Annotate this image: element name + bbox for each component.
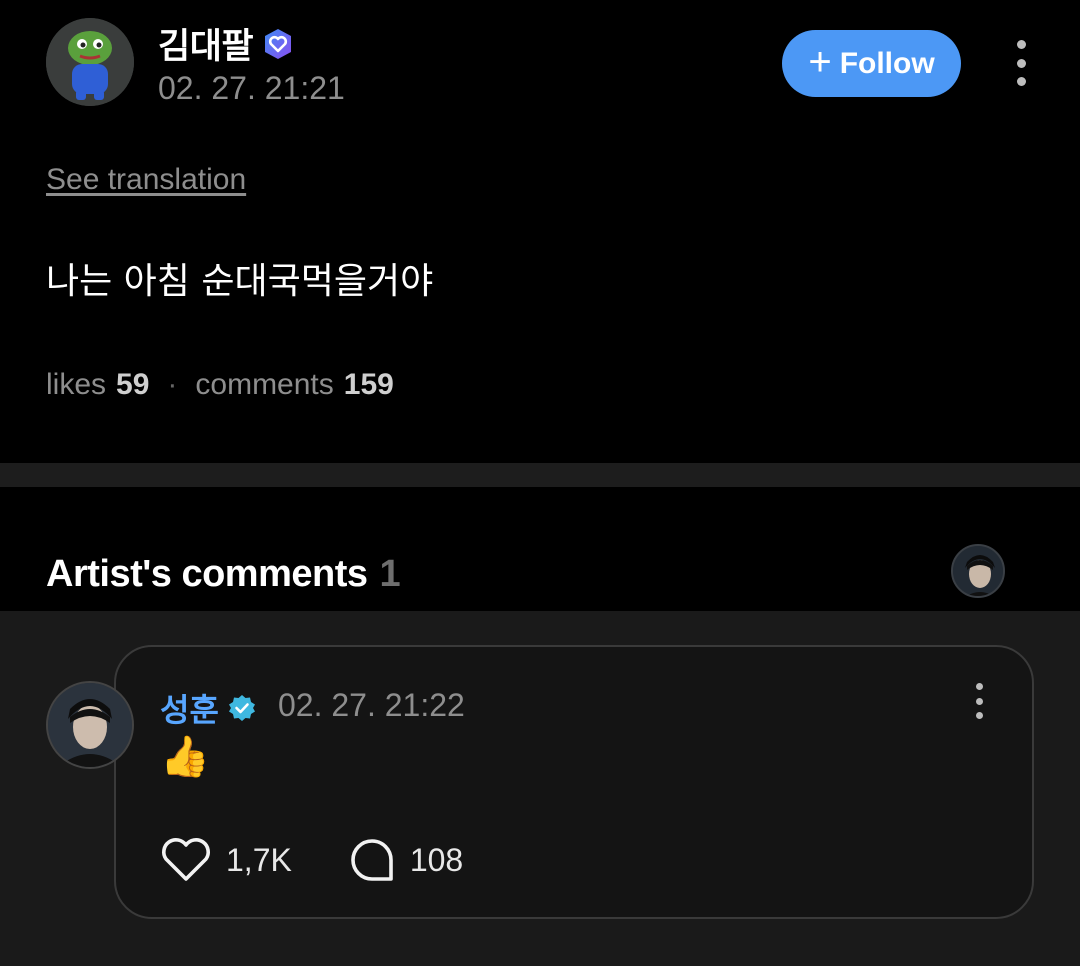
section-divider [0, 463, 1080, 487]
reply-count: 108 [409, 841, 464, 878]
comment-author-name[interactable]: 성훈 [160, 685, 219, 731]
plus-icon: + [808, 39, 832, 84]
comment-actions: 1,7K 108 [160, 837, 519, 883]
verified-check-icon [228, 695, 255, 721]
artist-comments-title: Artist's comments 1 [46, 553, 401, 596]
likes-count[interactable]: 59 [116, 368, 149, 402]
likes-label: likes [46, 368, 107, 401]
post-timestamp: 02. 27. 21:21 [158, 70, 345, 106]
post-body-text: 나는 아침 순대국먹을거야 [46, 261, 434, 302]
comments-area: 성훈 02. 27. 21:22 👍 1,7K 108 [0, 611, 1080, 966]
comments-count[interactable]: 159 [344, 368, 394, 402]
comments-label: comments [195, 368, 334, 401]
comment-more-vertical-icon[interactable] [969, 683, 989, 719]
comment-author-avatar[interactable] [46, 681, 134, 769]
follow-label: Follow [839, 46, 935, 80]
artist-comments-count: 1 [379, 553, 401, 595]
heart-shield-badge-icon [265, 28, 292, 59]
heart-outline-icon [162, 838, 210, 881]
comment-author[interactable]: 성훈 [160, 685, 257, 731]
speech-bubble-icon [351, 839, 393, 881]
post-header: 김대팔 02. 27. 21:21 + Follow See translati… [0, 0, 1080, 463]
follow-button[interactable]: + Follow [782, 30, 961, 97]
post-stats: likes 59 · comments 159 [46, 368, 394, 402]
like-button[interactable]: 1,7K [160, 837, 292, 883]
artist-comment-card: 성훈 02. 27. 21:22 👍 1,7K 108 [114, 645, 1034, 919]
reply-button[interactable]: 108 [348, 837, 463, 883]
more-vertical-icon[interactable] [1006, 40, 1036, 86]
artist-comments-title-text: Artist's comments [46, 553, 368, 595]
like-count: 1,7K [226, 841, 292, 878]
author-avatar[interactable] [46, 18, 134, 106]
artist-mini-avatar[interactable] [951, 544, 1005, 598]
stats-separator: · [167, 368, 178, 401]
comment-timestamp: 02. 27. 21:22 [278, 687, 465, 723]
artist-comments-header: Artist's comments 1 [0, 487, 1080, 611]
comment-body: 👍 [160, 735, 210, 779]
author-name[interactable]: 김대팔 [158, 18, 295, 69]
see-translation-link[interactable]: See translation [46, 163, 246, 197]
author-name-text[interactable]: 김대팔 [158, 18, 254, 69]
